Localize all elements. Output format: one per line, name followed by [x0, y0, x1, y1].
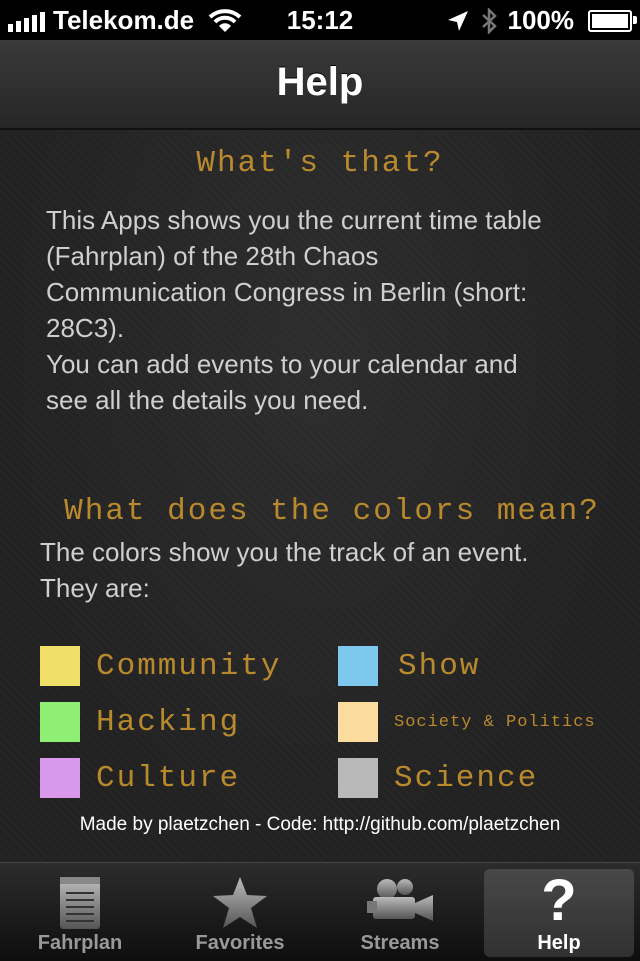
text-line: The colors show you the track of an even…	[40, 537, 529, 567]
tab-streams[interactable]: Streams	[325, 869, 475, 957]
legend-item-science: Science	[338, 758, 538, 798]
help-content: What's that? This Apps shows you the cur…	[0, 130, 640, 862]
tab-label: Fahrplan	[37, 932, 123, 954]
question-mark-icon: ?	[541, 868, 577, 933]
tab-fahrplan[interactable]: Fahrplan	[5, 869, 155, 957]
page-title: Help	[276, 60, 364, 104]
tab-help[interactable]: ? Help	[484, 869, 634, 957]
status-bar: Telekom.de 15:12 100%	[0, 0, 640, 40]
tab-label: Favorites	[195, 932, 285, 954]
legend-label: Culture	[96, 760, 241, 796]
colors-text: The colors show you the track of an even…	[40, 534, 528, 606]
color-swatch	[338, 646, 378, 686]
legend-label: Show	[398, 648, 481, 684]
colors-heading: What does the colors mean?	[64, 494, 600, 529]
video-camera-icon	[367, 879, 433, 921]
star-icon	[213, 877, 267, 928]
text-line: They are:	[40, 573, 150, 603]
battery-percent: 100%	[507, 5, 575, 35]
whats-that-text: This Apps shows you the current time tab…	[46, 202, 542, 418]
tab-bar: Fahrplan Favorites Streams ? Help	[0, 862, 640, 961]
notepad-icon	[60, 877, 100, 929]
legend-item-culture: Culture	[40, 758, 240, 798]
navigation-bar: Help	[0, 40, 640, 130]
text-line: 28C3).	[46, 313, 125, 343]
location-arrow-icon	[447, 10, 468, 31]
text-line: You can add events to your calendar and	[46, 349, 518, 379]
legend-item-society-politics: Society & Politics	[338, 702, 596, 742]
tab-label: Streams	[360, 932, 440, 954]
footer-credit: Made by plaetzchen - Code: http://github…	[79, 814, 561, 835]
tab-label: Help	[537, 932, 581, 954]
legend-label: Community	[96, 648, 282, 684]
text-line: This Apps shows you the current time tab…	[46, 205, 542, 235]
color-swatch	[338, 758, 378, 798]
color-swatch	[338, 702, 378, 742]
whats-that-heading: What's that?	[196, 146, 444, 181]
color-swatch	[40, 702, 80, 742]
legend-label: Society & Politics	[394, 712, 596, 732]
legend-label: Science	[394, 760, 539, 796]
battery-icon	[588, 9, 637, 32]
color-swatch	[40, 758, 80, 798]
tab-favorites[interactable]: Favorites	[165, 869, 315, 957]
legend-label: Hacking	[96, 704, 241, 740]
legend-item-community: Community	[40, 646, 281, 686]
legend-item-show: Show	[338, 646, 480, 686]
text-line: see all the details you need.	[46, 385, 369, 415]
color-swatch	[40, 646, 80, 686]
bluetooth-icon	[481, 7, 497, 34]
legend-item-hacking: Hacking	[40, 702, 240, 742]
text-line: (Fahrplan) of the 28th Chaos	[46, 241, 379, 271]
text-line: Communication Congress in Berlin (short:	[46, 277, 528, 307]
